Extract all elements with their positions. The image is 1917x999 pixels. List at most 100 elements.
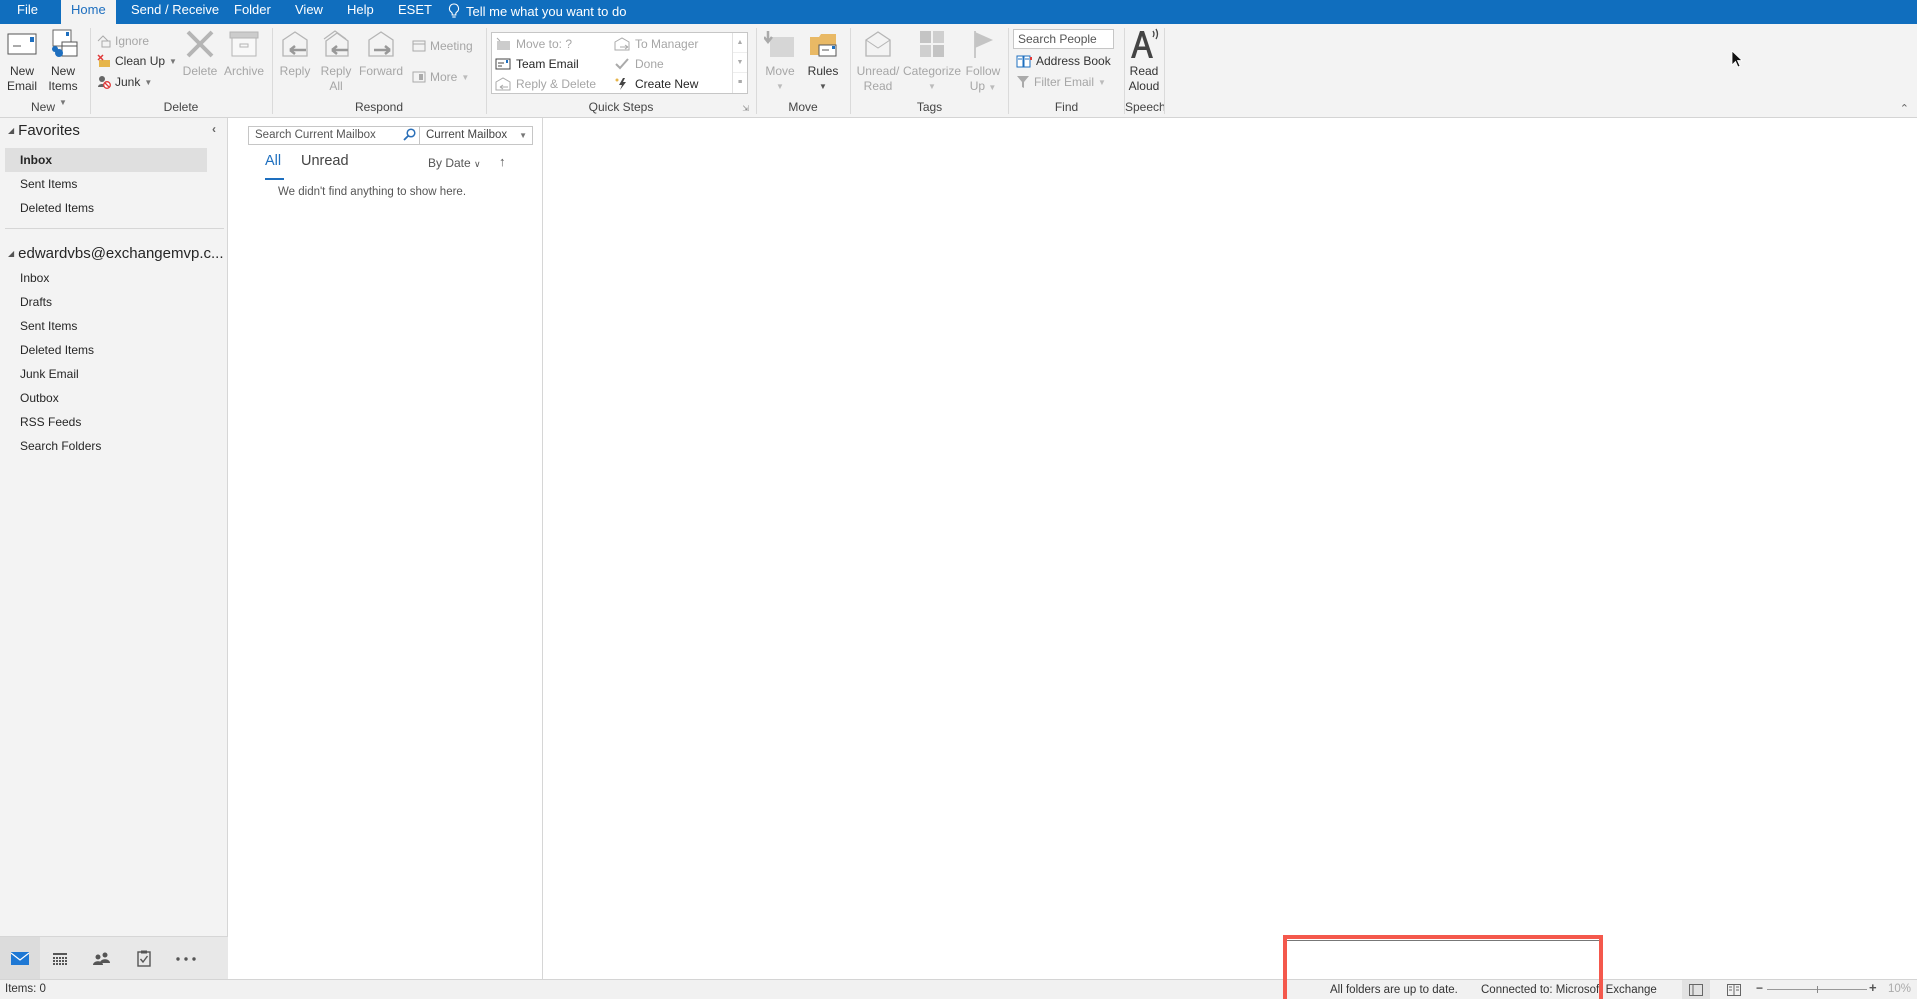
- tab-eset[interactable]: ESET: [388, 0, 442, 24]
- dialog-launcher-icon[interactable]: ⇲: [742, 104, 749, 113]
- folder-inbox[interactable]: Inbox: [5, 266, 207, 290]
- collapse-ribbon-icon[interactable]: ⌃: [1900, 102, 1909, 115]
- archive-box-icon: [229, 31, 259, 57]
- unread-read-button[interactable]: Unread/ Read: [855, 26, 901, 94]
- archive-button[interactable]: Archive: [221, 26, 267, 79]
- new-email-button[interactable]: New Email: [4, 26, 40, 94]
- nav-tasks[interactable]: [124, 937, 164, 980]
- reading-view-button[interactable]: [1722, 980, 1746, 999]
- tell-me-search[interactable]: Tell me what you want to do: [448, 0, 626, 24]
- expand-triangle-icon[interactable]: ◢: [8, 249, 14, 258]
- quick-step-reply-delete[interactable]: Reply & Delete: [495, 74, 596, 94]
- normal-view-button[interactable]: [1682, 980, 1710, 999]
- dropdown-caret-icon: ▼: [519, 131, 527, 140]
- search-mailbox-input[interactable]: Search Current Mailbox: [248, 126, 420, 145]
- zoom-in-button[interactable]: +: [1869, 980, 1877, 995]
- search-icon[interactable]: [403, 128, 416, 141]
- expand-gallery-icon[interactable]: ≡: [733, 73, 747, 93]
- dropdown-caret-icon: ▼: [988, 83, 997, 92]
- clean-up-button[interactable]: Clean Up ▼: [97, 52, 177, 70]
- read-aloud-icon: [1131, 28, 1159, 58]
- folder-pane: ◢ Favorites ‹ Inbox Sent Items Deleted I…: [0, 118, 228, 980]
- more-respond-button[interactable]: More ▼: [412, 68, 469, 86]
- zoom-out-button[interactable]: −: [1756, 981, 1763, 995]
- filter-email-button[interactable]: Filter Email ▼: [1016, 73, 1106, 91]
- forward-icon: [368, 31, 394, 57]
- folder-drafts[interactable]: Drafts: [5, 290, 207, 314]
- zoom-slider[interactable]: [1767, 986, 1867, 993]
- meeting-button[interactable]: Meeting: [412, 37, 473, 55]
- nav-more[interactable]: [166, 937, 206, 980]
- group-label-respond: Respond: [354, 100, 404, 114]
- forward-button[interactable]: Forward: [358, 26, 404, 79]
- folder-sent-items[interactable]: Sent Items: [5, 314, 207, 338]
- more-dots-icon: [176, 956, 196, 961]
- ribbon-separator: [1164, 28, 1165, 114]
- junk-icon: [98, 76, 111, 89]
- address-book-button[interactable]: Address Book: [1016, 52, 1111, 70]
- folder-deleted-items[interactable]: Deleted Items: [5, 338, 207, 362]
- dropdown-caret-icon: ▼: [461, 72, 470, 82]
- follow-up-button[interactable]: Follow Up ▼: [963, 26, 1003, 95]
- connection-status[interactable]: Connected to: Microsoft Exchange: [1481, 984, 1657, 996]
- search-scope-dropdown[interactable]: Current Mailbox ▼: [420, 126, 533, 145]
- nav-calendar[interactable]: [40, 937, 80, 980]
- sort-direction-arrow-icon[interactable]: ↑: [499, 154, 506, 169]
- read-aloud-button[interactable]: Read Aloud: [1125, 26, 1163, 94]
- navigation-bar: [0, 936, 228, 980]
- quick-step-team-email[interactable]: Team Email: [495, 54, 579, 74]
- reply-all-button[interactable]: Reply All: [317, 26, 355, 94]
- dropdown-caret-icon: ▼: [144, 77, 153, 87]
- rules-button[interactable]: Rules ▼: [803, 26, 843, 94]
- reply-button[interactable]: Reply: [277, 26, 313, 79]
- nav-mail[interactable]: [0, 937, 40, 980]
- folder-search-folders[interactable]: Search Folders: [5, 434, 207, 458]
- quick-step-move-to[interactable]: Move to: ?: [495, 34, 572, 54]
- lightning-icon: [615, 78, 626, 90]
- tab-view[interactable]: View: [285, 0, 333, 24]
- favorite-sent-items[interactable]: Sent Items: [5, 172, 207, 196]
- move-button[interactable]: Move ▼: [761, 26, 799, 94]
- favorite-deleted-items[interactable]: Deleted Items: [5, 196, 207, 220]
- filter-unread-tab[interactable]: Unread: [301, 153, 349, 169]
- folder-rss-feeds[interactable]: RSS Feeds: [5, 410, 207, 434]
- account-header[interactable]: ◢ edwardvbs@exchangemvp.c...: [8, 245, 223, 262]
- group-label-move: Move: [788, 100, 818, 114]
- expand-triangle-icon[interactable]: ◢: [8, 126, 14, 135]
- checkmark-icon: [615, 58, 629, 70]
- collapse-folder-pane-icon[interactable]: ‹: [212, 122, 216, 136]
- nav-people[interactable]: [82, 937, 122, 980]
- calendar-icon: [53, 952, 67, 965]
- tab-home[interactable]: Home: [61, 0, 116, 25]
- tab-folder[interactable]: Folder: [224, 0, 281, 24]
- folder-outbox[interactable]: Outbox: [5, 386, 207, 410]
- clean-up-icon: [97, 54, 110, 67]
- favorite-inbox[interactable]: Inbox: [5, 148, 207, 172]
- ignore-button[interactable]: Ignore: [97, 32, 149, 50]
- zoom-slider-thumb[interactable]: [1817, 986, 1818, 993]
- quick-steps-gallery: Move to: ? Team Email Reply & Delete To …: [491, 32, 748, 94]
- junk-button[interactable]: Junk ▼: [97, 73, 152, 91]
- tab-help[interactable]: Help: [337, 0, 384, 24]
- categorize-button[interactable]: Categorize ▼: [903, 26, 961, 94]
- search-people-input[interactable]: Search People: [1013, 29, 1114, 49]
- filter-all-tab[interactable]: All: [265, 153, 281, 169]
- quick-step-create-new[interactable]: Create New: [614, 74, 698, 94]
- move-to-folder-icon: [496, 37, 510, 50]
- favorites-header[interactable]: ◢ Favorites: [8, 122, 80, 139]
- new-items-button[interactable]: New Items ▼: [44, 26, 82, 110]
- dropdown-caret-icon: ▼: [928, 82, 936, 91]
- tab-file[interactable]: File: [7, 0, 48, 24]
- dropdown-caret-icon: ▼: [1098, 77, 1106, 87]
- scroll-up-icon[interactable]: ▲: [733, 33, 747, 53]
- folder-junk-email[interactable]: Junk Email: [5, 362, 207, 386]
- scroll-down-icon[interactable]: ▼: [733, 53, 747, 73]
- quick-steps-scrollbar[interactable]: ▲ ▼ ≡: [732, 33, 747, 93]
- delete-button[interactable]: Delete: [182, 26, 218, 79]
- reply-delete-icon: [495, 77, 511, 91]
- tab-send-receive[interactable]: Send / Receive: [121, 0, 229, 24]
- sort-by-dropdown[interactable]: By Date ∨: [428, 156, 481, 170]
- quick-step-done[interactable]: Done: [614, 54, 664, 74]
- ignore-icon: [97, 34, 111, 47]
- quick-step-to-manager[interactable]: To Manager: [614, 34, 698, 54]
